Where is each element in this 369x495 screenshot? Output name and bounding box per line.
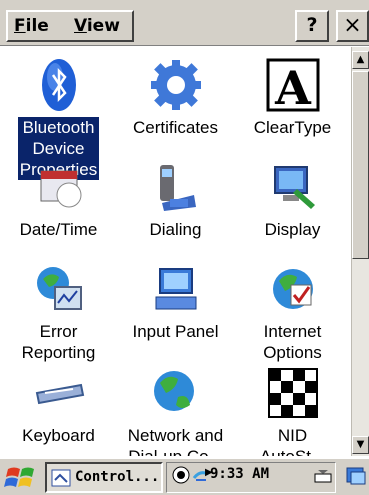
view-menu-label: iew <box>86 16 120 36</box>
file-menu[interactable]: File <box>14 16 49 36</box>
internet-options-icon <box>272 269 313 309</box>
item-certificates[interactable]: Certificates <box>117 57 234 138</box>
item-internet-options[interactable]: Internet Options <box>234 261 351 363</box>
control-panel-grid: Bluetooth Device Properties Certificates A… <box>0 47 351 456</box>
date-time-icon <box>40 170 81 208</box>
display-icon <box>273 166 315 209</box>
file-menu-label: ile <box>25 16 49 36</box>
menu-strip: File View <box>6 10 134 42</box>
item-label: Certificates <box>132 118 219 137</box>
control-panel-icon <box>51 469 71 487</box>
item-label: Network andDial-up Co... <box>127 426 224 456</box>
item-network[interactable]: Network andDial-up Co... <box>117 365 234 456</box>
keyboard-icon <box>35 383 84 405</box>
item-label: Dialing <box>149 220 202 239</box>
item-display[interactable]: Display <box>234 159 351 240</box>
taskbar: Control... ▶ 9:33 AM <box>0 457 369 495</box>
help-button[interactable]: ? <box>295 10 329 42</box>
item-date-time[interactable]: Date/Time <box>0 159 117 240</box>
item-label: Display <box>264 220 321 239</box>
scroll-up-button[interactable]: ▲ <box>352 51 369 69</box>
bluetooth-icon <box>41 59 76 111</box>
menu-bar: File View ? × <box>0 0 369 46</box>
vertical-scrollbar[interactable]: ▲ ▼ <box>351 47 369 456</box>
task-label: Control... <box>75 469 160 485</box>
item-label: Error Reporting <box>21 322 96 362</box>
dialing-icon <box>159 165 196 211</box>
item-nid[interactable]: NIDAutoSt... <box>234 365 351 456</box>
file-menu-mnemonic: F <box>14 16 26 36</box>
item-label: Input Panel <box>132 322 219 341</box>
close-button[interactable]: × <box>336 10 369 42</box>
show-desktop-icon[interactable] <box>345 465 367 489</box>
input-panel-tray-icon[interactable] <box>314 466 332 484</box>
scroll-down-button[interactable]: ▼ <box>352 436 369 454</box>
item-label: ClearType <box>253 118 332 137</box>
item-label: NIDAutoSt... <box>260 426 325 456</box>
network-icon <box>153 371 194 411</box>
input-panel-icon <box>155 268 196 310</box>
clock[interactable]: 9:33 AM <box>210 466 269 482</box>
certificates-icon <box>150 60 201 110</box>
item-dialing[interactable]: Dialing <box>117 159 234 240</box>
view-menu[interactable]: View <box>74 16 120 36</box>
start-button[interactable] <box>2 463 40 493</box>
nid-icon <box>267 368 318 418</box>
item-error-reporting[interactable]: Error Reporting <box>0 261 117 363</box>
cleartype-icon: A <box>266 58 319 113</box>
item-input-panel[interactable]: Input Panel <box>117 261 234 342</box>
svg-text:A: A <box>274 61 312 113</box>
item-label: Internet Options <box>263 322 322 362</box>
error-reporting-icon <box>36 267 82 310</box>
item-cleartype[interactable]: A ClearType <box>234 57 351 138</box>
item-label: Keyboard <box>22 426 95 445</box>
sync-icon[interactable] <box>172 466 190 484</box>
view-menu-mnemonic: V <box>74 16 87 36</box>
item-label: Date/Time <box>19 220 98 239</box>
scroll-thumb[interactable] <box>352 71 369 259</box>
task-control-panel-button[interactable]: Control... <box>45 462 163 493</box>
item-keyboard[interactable]: Keyboard <box>0 365 117 446</box>
